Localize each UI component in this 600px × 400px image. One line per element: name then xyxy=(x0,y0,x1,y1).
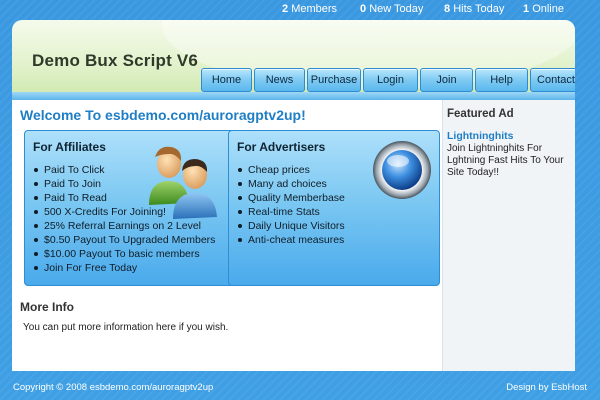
site-header: Demo Bux Script V6 Home News Purchase Lo… xyxy=(12,20,575,99)
nav-news-button[interactable]: News xyxy=(254,68,305,92)
list-item: Cheap prices xyxy=(237,163,345,177)
list-item: $10.00 Payout To basic members xyxy=(33,247,215,261)
list-item: Join For Free Today xyxy=(33,261,215,275)
affiliates-panel: For Affiliates Paid To Click Paid To Joi… xyxy=(24,130,236,286)
featured-ad-description: Join Lightninghits For Lghtning Fast Hit… xyxy=(447,143,564,178)
nav-login-button[interactable]: Login xyxy=(363,68,418,92)
more-info-title: More Info xyxy=(20,300,74,314)
list-item: Quality Memberbase xyxy=(237,191,345,205)
main-content: Welcome To esbdemo.com/auroragptv2up! Fo… xyxy=(12,100,442,371)
nav-contact-button[interactable]: Contact xyxy=(530,68,575,92)
list-item: Paid To Read xyxy=(33,191,215,205)
stats-bar: 2 Members 0 New Today 8 Hits Today 1 Onl… xyxy=(0,0,600,20)
advertisers-panel: For Advertisers Cheap prices Many ad cho… xyxy=(228,130,440,286)
members-label: Members xyxy=(291,3,338,15)
new-today-count: 0 xyxy=(360,3,367,15)
hits-today-count: 8 xyxy=(444,3,451,15)
orb-icon xyxy=(373,141,431,199)
affiliates-title: For Affiliates xyxy=(33,140,106,154)
hits-today-label: Hits Today xyxy=(453,3,505,15)
advertisers-title: For Advertisers xyxy=(237,140,326,154)
nav-help-button[interactable]: Help xyxy=(475,68,528,92)
copyright-text: Copyright © 2008 esbdemo.com/auroragptv2… xyxy=(13,382,214,393)
nav-purchase-button[interactable]: Purchase xyxy=(307,68,361,92)
online-stat: 1 Online xyxy=(523,3,564,15)
hits-today-stat: 8 Hits Today xyxy=(444,3,504,15)
new-today-stat: 0 New Today xyxy=(360,3,423,15)
list-item: 25% Referral Earnings on 2 Level xyxy=(33,219,215,233)
site-title: Demo Bux Script V6 xyxy=(32,51,199,70)
list-item: Paid To Join xyxy=(33,177,215,191)
welcome-heading: Welcome To esbdemo.com/auroragptv2up! xyxy=(20,107,306,123)
list-item: Many ad choices xyxy=(237,177,345,191)
list-item: Real-time Stats xyxy=(237,205,345,219)
nav-join-button[interactable]: Join xyxy=(420,68,473,92)
online-count: 1 xyxy=(523,3,530,15)
more-info-text: You can put more information here if you… xyxy=(23,322,229,333)
online-label: Online xyxy=(532,3,564,15)
main-nav: Home News Purchase Login Join Help Conta… xyxy=(201,68,575,92)
designer-credit: Design by EsbHost xyxy=(506,382,587,393)
new-today-label: New Today xyxy=(369,3,424,15)
list-item: Daily Unique Visitors xyxy=(237,219,345,233)
featured-ad-title: Featured Ad xyxy=(447,108,514,120)
nav-home-button[interactable]: Home xyxy=(201,68,252,92)
featured-ad-link[interactable]: Lightninghits xyxy=(447,130,513,142)
advertisers-list: Cheap prices Many ad choices Quality Mem… xyxy=(237,163,345,247)
list-item: Paid To Click xyxy=(33,163,215,177)
featured-ad-sidebar: Featured Ad Lightninghits Join Lightning… xyxy=(442,100,575,371)
members-count: 2 xyxy=(282,3,289,15)
header-divider xyxy=(12,92,575,100)
list-item: $0.50 Payout To Upgraded Members xyxy=(33,233,215,247)
list-item: Anti-cheat measures xyxy=(237,233,345,247)
members-stat: 2 Members xyxy=(282,3,337,15)
list-item: 500 X-Credits For Joining! xyxy=(33,205,215,219)
affiliates-list: Paid To Click Paid To Join Paid To Read … xyxy=(33,163,215,275)
